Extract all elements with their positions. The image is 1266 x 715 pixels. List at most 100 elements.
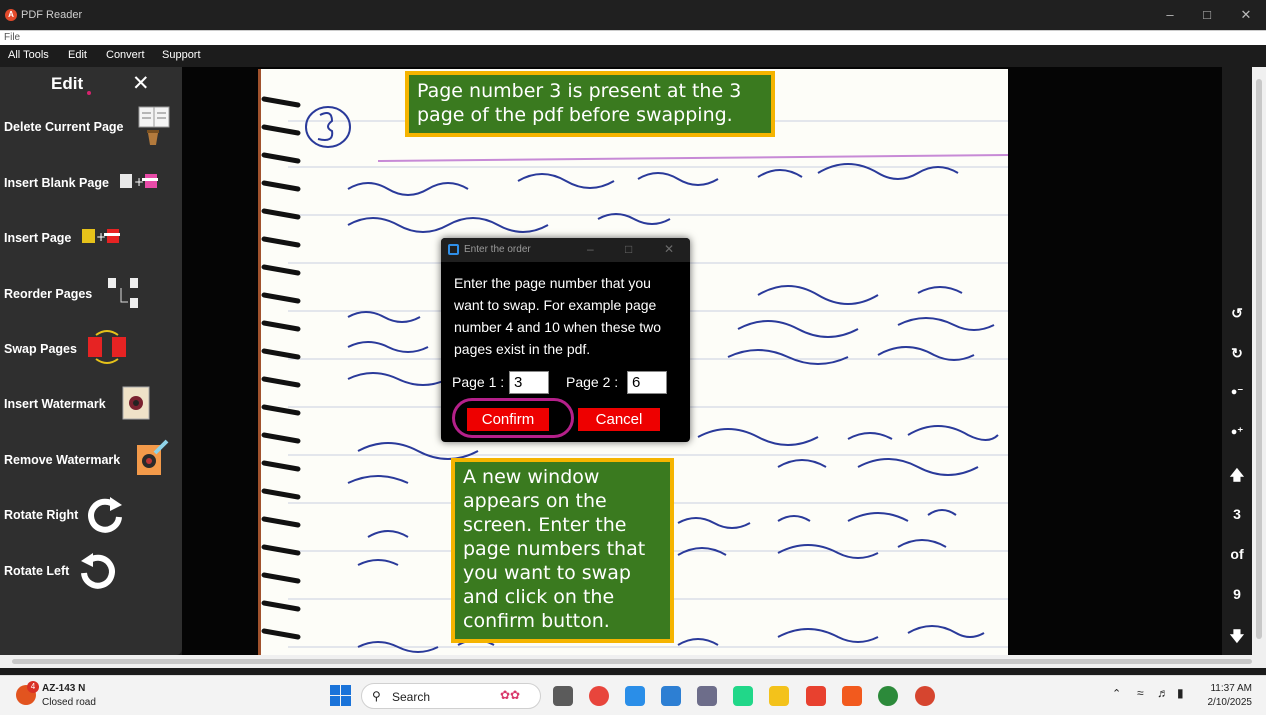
app-window: A PDF Reader – □ ✕ File All Tools Edit C… (0, 0, 1266, 715)
brave-browser-icon[interactable] (842, 686, 862, 706)
sidebar-item-label: Swap Pages (4, 342, 77, 356)
dialog-message: Enter the page number that you want to s… (454, 275, 662, 357)
total-pages-number: 9 (1233, 586, 1241, 602)
page2-input[interactable] (627, 371, 667, 394)
app-logo-icon: A (5, 9, 17, 21)
instruction-callout-top: Page number 3 is present at the 3 page o… (405, 71, 775, 137)
page-down-icon[interactable]: 🡇 (1222, 626, 1252, 650)
volume-icon[interactable]: ♬ (1157, 686, 1169, 700)
sidebar-item-insert-watermark[interactable]: Insert Watermark (0, 380, 182, 426)
zoom-out-icon[interactable]: ●⁻ (1222, 385, 1252, 398)
sidebar-item-label: Rotate Left (4, 564, 70, 578)
sidebar-item-insert-blank-page[interactable]: Insert Blank Page + (0, 159, 182, 205)
file-explorer-icon[interactable] (769, 686, 789, 706)
title-bar: A PDF Reader – □ ✕ (0, 0, 1266, 30)
dialog-maximize-button[interactable]: □ (625, 242, 632, 256)
notification-badge: 4 (27, 681, 39, 693)
menu-edit[interactable]: Edit (68, 49, 87, 61)
task-view-icon[interactable] (553, 686, 573, 706)
reorder-pages-icon (108, 278, 138, 308)
sidebar-item-rotate-right[interactable]: Rotate Right (0, 491, 182, 537)
vscode-icon[interactable] (661, 686, 681, 706)
vertical-scroll-thumb[interactable] (1256, 79, 1262, 639)
sidebar-item-rotate-left[interactable]: Rotate Left (0, 547, 182, 593)
menu-bar: All Tools Edit Convert Support (0, 45, 1266, 67)
insert-blank-page-icon: + (120, 174, 158, 189)
rotate-right-icon (88, 497, 122, 533)
sidebar-item-label: Rotate Right (4, 508, 79, 522)
search-icon: ⚲ (372, 689, 381, 703)
dialog-app-icon (448, 244, 459, 255)
page1-input[interactable] (509, 371, 549, 394)
insert-watermark-icon (122, 386, 150, 420)
dialog-minimize-button[interactable]: – (587, 242, 594, 256)
instruction-callout-bottom: A new window appears on the screen. Ente… (451, 458, 674, 643)
minimize-button[interactable]: – (1160, 6, 1180, 24)
notes-app-icon[interactable] (625, 686, 645, 706)
pdf-reader-taskbar-icon[interactable] (915, 686, 935, 706)
search-label: Search (392, 690, 431, 704)
menu-support[interactable]: Support (162, 49, 201, 61)
close-window-button[interactable]: ✕ (1236, 6, 1256, 24)
page2-label: Page 2 : (566, 374, 619, 390)
show-hidden-icons-icon[interactable]: ⌃ (1112, 687, 1121, 700)
sidebar-item-reorder-pages[interactable]: Reorder Pages (0, 270, 182, 316)
cursor-dot (87, 91, 91, 95)
svg-text:+: + (134, 175, 144, 189)
confirm-highlight-ring (452, 398, 574, 438)
delete-page-icon (138, 106, 170, 145)
dialog-title: Enter the order (464, 244, 531, 255)
office-app-icon[interactable] (806, 686, 826, 706)
rotate-cw-icon[interactable]: ↻ (1222, 345, 1252, 362)
swap-pages-icon (88, 330, 126, 364)
menu-all-tools[interactable]: All Tools (8, 49, 49, 61)
cancel-button[interactable]: Cancel (578, 408, 660, 431)
sidebar-item-label: Insert Blank Page (4, 176, 109, 190)
close-sidebar-icon[interactable]: ✕ (132, 71, 150, 96)
window-title: PDF Reader (21, 9, 83, 21)
file-menu[interactable]: File (0, 30, 1266, 45)
sidebar-item-label: Insert Page (4, 231, 72, 245)
horizontal-scrollbar[interactable] (0, 655, 1266, 668)
sidebar-item-swap-pages[interactable]: Swap Pages (0, 325, 182, 371)
search-highlight-icon: ✿✿ (500, 688, 521, 702)
sidebar-item-label: Remove Watermark (4, 453, 121, 467)
svg-text:+: + (96, 230, 106, 244)
page-navigation-bar: ↺ ↻ ●⁻ ●⁺ 🡅 3 of 9 🡇 (1222, 67, 1252, 655)
horizontal-scroll-thumb[interactable] (12, 659, 1252, 664)
sidebar-item-label: Delete Current Page (4, 120, 124, 134)
menu-convert[interactable]: Convert (106, 49, 145, 61)
rotate-ccw-icon[interactable]: ↺ (1222, 305, 1252, 322)
clock-time[interactable]: 11:37 AM (1206, 683, 1252, 694)
rotate-left-icon (81, 553, 115, 589)
of-label: of (1230, 546, 1244, 562)
page1-label: Page 1 : (452, 374, 505, 390)
maximize-button[interactable]: □ (1197, 6, 1217, 24)
weather-subtitle: Closed road (42, 697, 96, 708)
wifi-icon[interactable]: ≈ (1137, 686, 1144, 700)
chrome-icon[interactable] (589, 686, 609, 706)
insert-page-icon: + (82, 229, 120, 244)
current-page-number: 3 (1233, 506, 1241, 522)
remove-watermark-icon (137, 439, 169, 475)
page-up-icon[interactable]: 🡅 (1222, 465, 1252, 489)
dialog-close-button[interactable]: ✕ (664, 242, 674, 256)
pycharm-icon[interactable] (733, 686, 753, 706)
clock-date[interactable]: 2/10/2025 (1202, 697, 1253, 708)
sidebar-item-insert-page[interactable]: Insert Page + (0, 214, 182, 260)
vertical-scrollbar[interactable] (1252, 67, 1266, 655)
editor-app-icon[interactable] (697, 686, 717, 706)
sidebar-item-delete-page[interactable]: Delete Current Page (0, 103, 182, 149)
taskbar-search[interactable]: ⚲ Search ✿✿ (361, 683, 541, 709)
dialog-title-bar: Enter the order – □ ✕ (441, 238, 690, 262)
sidebar-item-label: Insert Watermark (4, 397, 106, 411)
weather-title: AZ-143 N (42, 683, 86, 694)
edit-sidebar: Edit ✕ Delete Current Page Insert Blank … (0, 67, 182, 655)
zoom-in-icon[interactable]: ●⁺ (1222, 425, 1252, 438)
start-windows-icon[interactable] (330, 685, 351, 706)
maps-app-icon[interactable] (878, 686, 898, 706)
sidebar-item-label: Reorder Pages (4, 287, 93, 301)
windows-taskbar: 4 AZ-143 N Closed road ⚲ Search ✿✿ ⌃ ≈ ♬… (0, 675, 1266, 715)
sidebar-item-remove-watermark[interactable]: Remove Watermark (0, 436, 182, 482)
battery-icon[interactable]: ▮ (1177, 686, 1184, 700)
